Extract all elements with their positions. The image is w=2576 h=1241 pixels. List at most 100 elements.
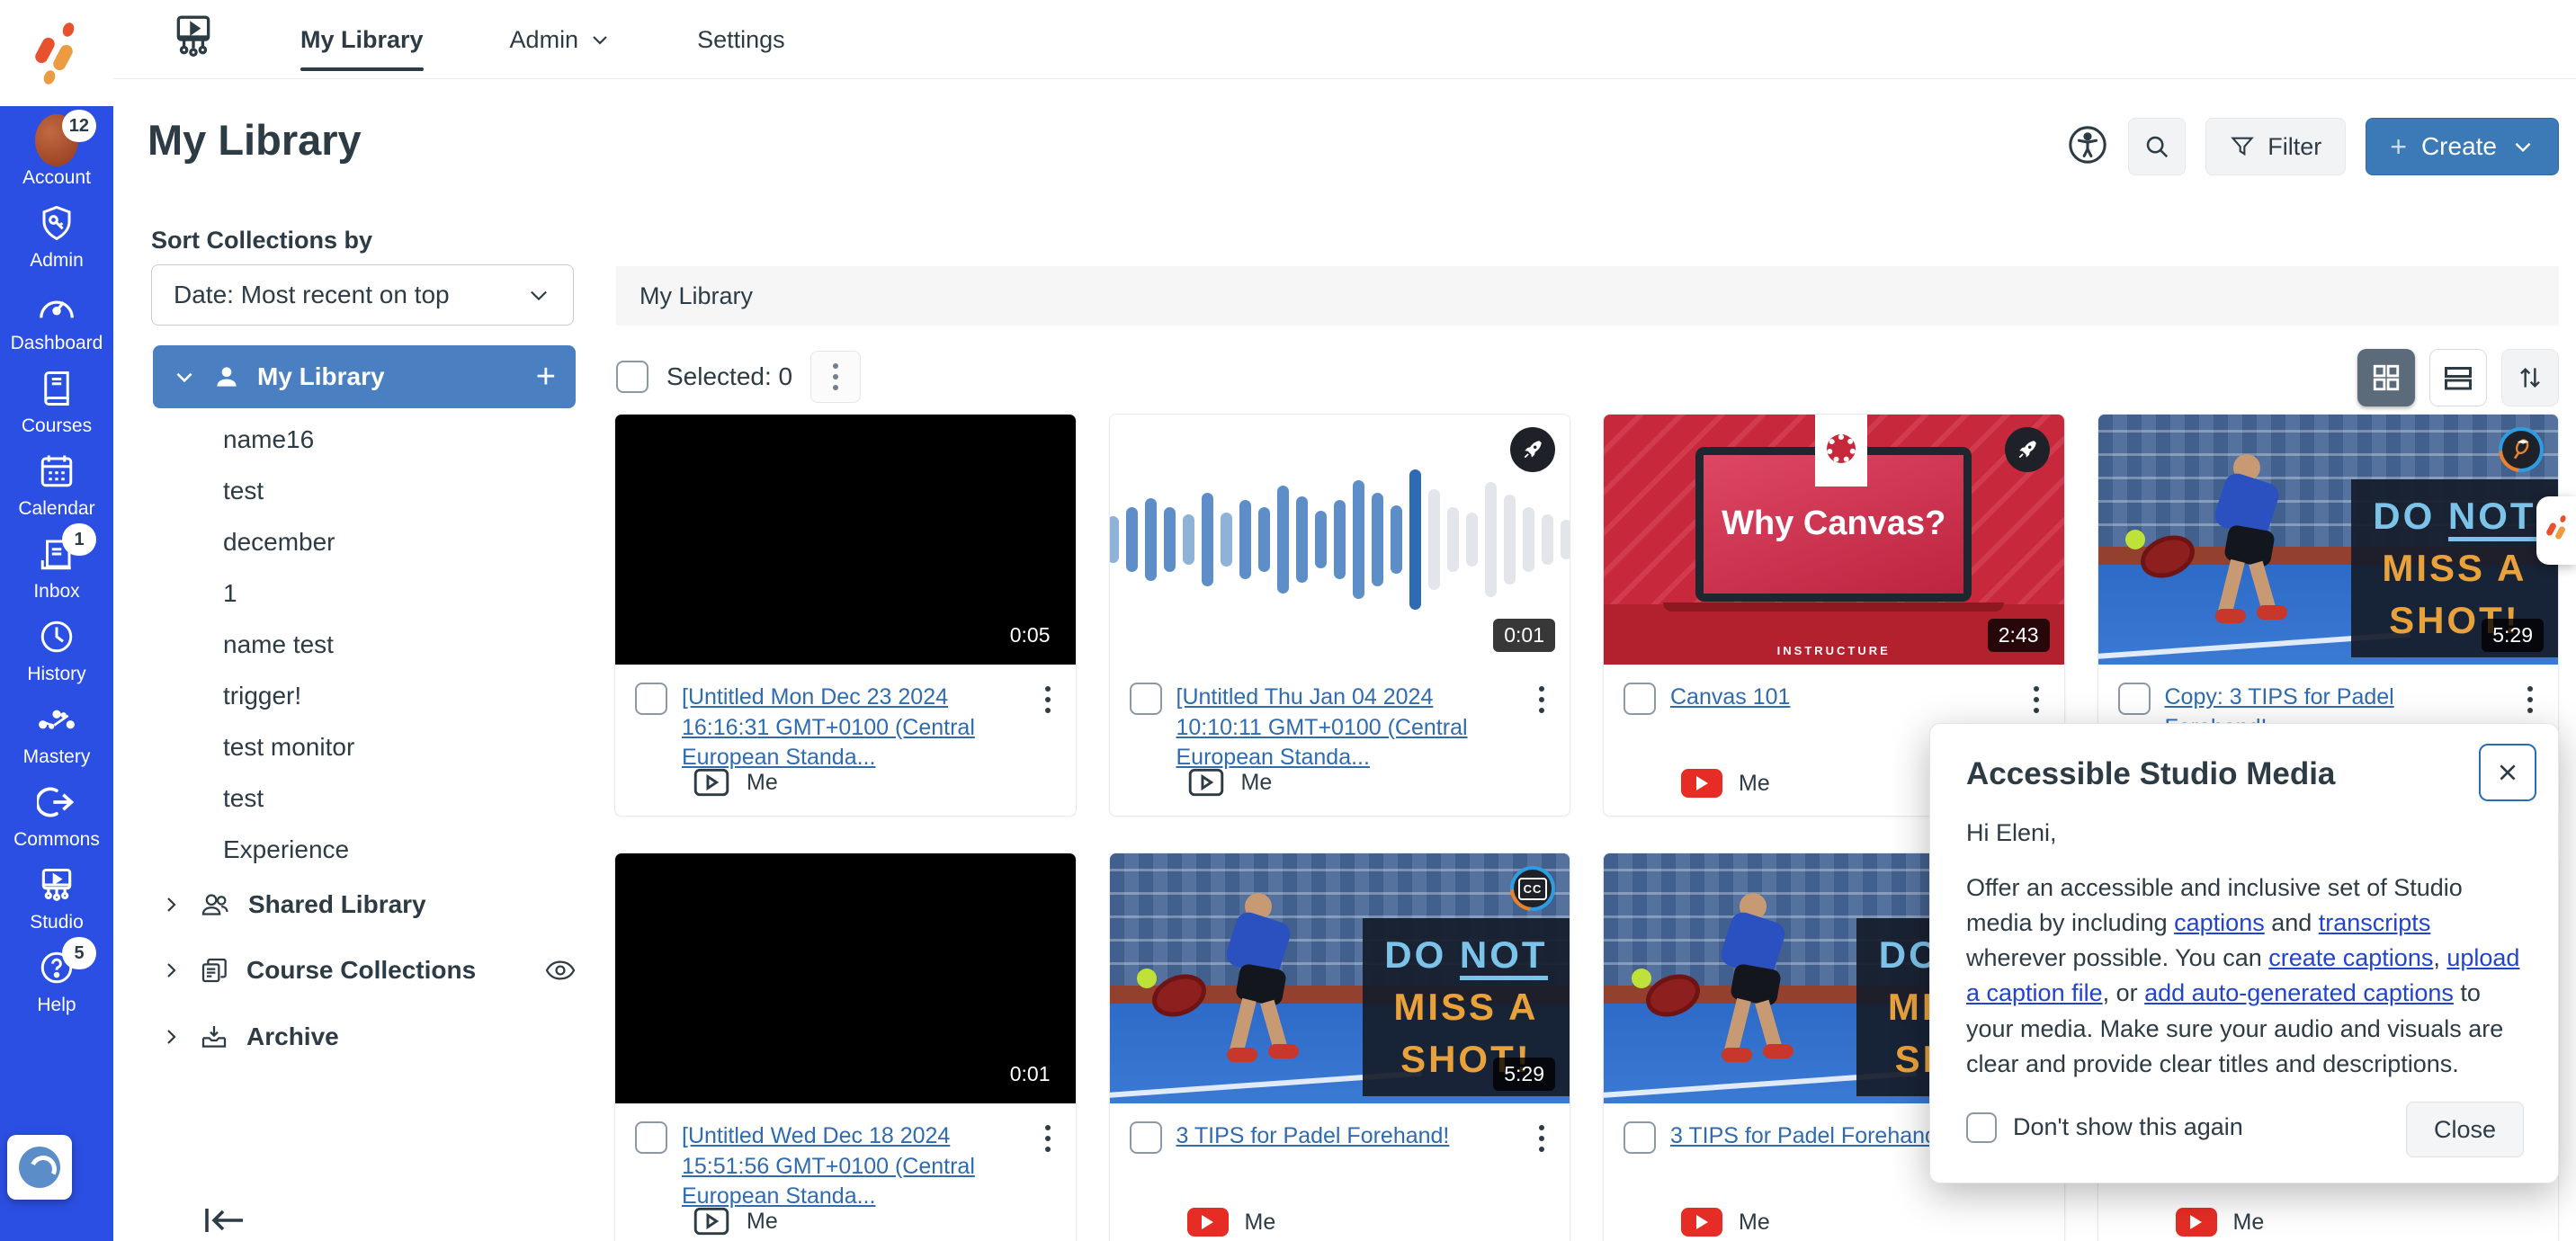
search-button[interactable] xyxy=(2128,118,2186,175)
accessible-studio-media-modal: Accessible Studio Media Hi Eleni, Offer … xyxy=(1929,723,2559,1183)
media-checkbox[interactable] xyxy=(1130,683,1162,715)
media-checkbox[interactable] xyxy=(2118,683,2151,715)
chevron-right-icon[interactable] xyxy=(160,894,182,915)
chevron-down-icon[interactable] xyxy=(173,365,196,388)
duration-badge: 5:29 xyxy=(1493,1058,1555,1091)
media-checkbox[interactable] xyxy=(1623,1121,1656,1154)
auto-generated-captions-link[interactable]: add auto-generated captions xyxy=(2144,979,2454,1006)
media-menu-button[interactable] xyxy=(1040,1121,1056,1156)
studio-logo[interactable] xyxy=(0,0,113,106)
media-checkbox[interactable] xyxy=(635,683,667,715)
tree-item[interactable]: 1 xyxy=(223,567,354,619)
accessibility-icon[interactable] xyxy=(2067,124,2108,170)
selected-count-label: Selected: 0 xyxy=(666,362,792,391)
create-button[interactable]: + Create xyxy=(2366,118,2559,175)
modal-close-button[interactable]: Close xyxy=(2406,1102,2524,1157)
kebab-icon xyxy=(1045,686,1051,713)
tree-group-shared-library[interactable]: Shared Library xyxy=(160,879,576,931)
help-icon: 5 xyxy=(35,948,78,987)
tree-item[interactable]: trigger! xyxy=(223,670,354,721)
audio-thumbnail-waveform[interactable]: 0:01 xyxy=(1110,415,1570,665)
sidebar-item-inbox[interactable]: 1 Inbox xyxy=(0,527,113,610)
tree-item[interactable]: test xyxy=(223,465,354,516)
media-title-link[interactable]: [Untitled Wed Dec 18 2024 15:51:56 GMT+0… xyxy=(682,1121,997,1212)
tab-my-library[interactable]: My Library xyxy=(300,0,424,79)
studio-edge-tab[interactable] xyxy=(2536,496,2576,565)
tree-item[interactable]: december xyxy=(223,516,354,567)
sort-collections-select[interactable]: Date: Most recent on top xyxy=(151,264,574,326)
modal-title: Accessible Studio Media xyxy=(1966,756,2522,792)
sidebar-item-courses[interactable]: Courses xyxy=(0,362,113,444)
video-thumbnail-why-canvas[interactable]: Why Canvas? INSTRUCTURE 2:43 xyxy=(1604,415,2064,665)
media-title-link[interactable]: [Untitled Mon Dec 23 2024 16:16:31 GMT+0… xyxy=(682,683,997,773)
media-checkbox[interactable] xyxy=(635,1121,667,1154)
sidebar-item-studio[interactable]: Studio xyxy=(0,858,113,941)
sidebar-item-help[interactable]: 5 Help xyxy=(0,941,113,1023)
media-title-link[interactable]: Canvas 101 xyxy=(1670,683,1790,713)
tab-settings[interactable]: Settings xyxy=(697,0,785,79)
filter-button[interactable]: Filter xyxy=(2205,118,2346,175)
media-menu-button[interactable] xyxy=(2522,683,2538,717)
sidebar-item-dashboard[interactable]: Dashboard xyxy=(0,279,113,362)
tree-item[interactable]: test monitor xyxy=(223,721,354,772)
list-view-button[interactable] xyxy=(2429,349,2487,406)
tree-item[interactable]: name16 xyxy=(223,414,354,465)
sidebar-item-admin[interactable]: Admin xyxy=(0,196,113,279)
sidebar-item-commons[interactable]: Commons xyxy=(0,775,113,858)
collapse-panel-button[interactable] xyxy=(200,1205,250,1240)
chevron-down-icon xyxy=(589,29,611,50)
chevron-right-icon[interactable] xyxy=(160,960,182,981)
video-thumbnail-padel[interactable]: DO NOT MISS A SHOT! 5:29 xyxy=(2098,415,2559,665)
media-menu-button[interactable] xyxy=(1534,683,1550,717)
tab-admin[interactable]: Admin xyxy=(510,0,612,79)
media-title-link[interactable]: [Untitled Thu Jan 04 2024 10:10:11 GMT+0… xyxy=(1176,683,1491,773)
sidebar-item-label: Calendar xyxy=(18,498,94,520)
sidebar-item-history[interactable]: History xyxy=(0,610,113,692)
transcripts-link[interactable]: transcripts xyxy=(2319,909,2431,936)
video-thumbnail-black[interactable]: 0:05 xyxy=(615,415,1076,665)
shield-key-icon xyxy=(35,203,78,243)
sidebar-item-account[interactable]: 12 Account xyxy=(0,113,113,196)
eye-icon[interactable] xyxy=(545,959,576,982)
captions-badge: CC xyxy=(1510,866,1555,911)
sidebar-item-calendar[interactable]: Calendar xyxy=(0,444,113,527)
modal-text: and xyxy=(2265,909,2319,936)
select-all-checkbox[interactable] xyxy=(616,361,648,393)
sort-order-button[interactable] xyxy=(2501,349,2559,406)
duration-badge: 0:01 xyxy=(1493,619,1555,652)
grid-view-button[interactable] xyxy=(2357,349,2415,406)
media-checkbox[interactable] xyxy=(1623,683,1656,715)
video-thumbnail-padel[interactable]: DO NOT MISS A SHOT! CC 5:29 xyxy=(1110,853,1570,1103)
modal-close-x-button[interactable] xyxy=(2479,744,2536,801)
canvas-logo-dot xyxy=(1827,434,1856,463)
top-nav: My Library Admin Settings xyxy=(113,0,2576,79)
media-menu-button[interactable] xyxy=(2028,683,2044,717)
list-view-icon xyxy=(2442,364,2474,391)
duration-badge: 2:43 xyxy=(1988,619,2050,652)
create-captions-link[interactable]: create captions xyxy=(2268,944,2433,971)
tree-item[interactable]: Experience xyxy=(223,824,354,875)
support-widget[interactable] xyxy=(7,1135,72,1200)
video-thumbnail-black[interactable]: 0:01 xyxy=(615,853,1076,1103)
calendar-icon xyxy=(35,451,78,491)
media-checkbox[interactable] xyxy=(1130,1121,1162,1154)
add-collection-button[interactable]: + xyxy=(536,360,556,394)
tree-item-my-library[interactable]: My Library + xyxy=(153,345,576,408)
bulk-actions-menu-button[interactable] xyxy=(810,351,861,403)
media-menu-button[interactable] xyxy=(1040,683,1056,717)
media-title-link[interactable]: 3 TIPS for Padel Forehand! xyxy=(1176,1121,1450,1152)
header-actions: Filter + Create xyxy=(2067,118,2559,175)
dont-show-again-checkbox[interactable] xyxy=(1966,1112,1997,1143)
media-menu-button[interactable] xyxy=(1534,1121,1550,1156)
youtube-icon xyxy=(1681,1208,1722,1237)
tree-item[interactable]: name test xyxy=(223,619,354,670)
owner-label: Me xyxy=(1739,771,1770,797)
sidebar-item-mastery[interactable]: Mastery xyxy=(0,692,113,775)
tree-group-archive[interactable]: Archive xyxy=(160,1011,576,1063)
mastery-paths-icon xyxy=(35,700,78,739)
captions-link[interactable]: captions xyxy=(2174,909,2265,936)
chevron-right-icon[interactable] xyxy=(160,1026,182,1048)
media-title-link[interactable]: 3 TIPS for Padel Forehand! xyxy=(1670,1121,1944,1152)
tree-group-course-collections[interactable]: Course Collections xyxy=(160,944,576,996)
tree-item[interactable]: test xyxy=(223,772,354,824)
